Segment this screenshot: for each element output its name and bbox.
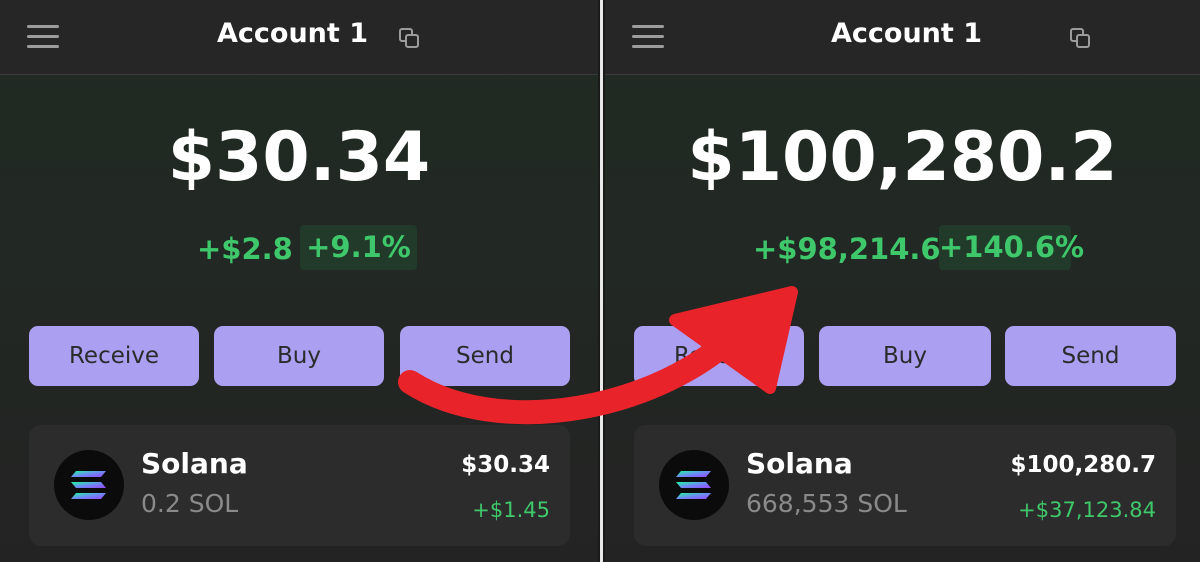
buy-button[interactable]: Buy xyxy=(819,326,991,386)
hamburger-menu-icon[interactable] xyxy=(27,25,59,49)
buy-button[interactable]: Buy xyxy=(214,326,384,386)
receive-button[interactable]: Receive xyxy=(634,326,804,386)
token-row-solana[interactable]: Solana 668,553 SOL $100,280.7 +$37,123.8… xyxy=(634,425,1176,546)
balance-change-amount: +$2.8 xyxy=(197,232,293,266)
hamburger-menu-icon[interactable] xyxy=(632,25,664,49)
solana-logo-icon xyxy=(659,450,729,520)
token-change: +$1.45 xyxy=(472,498,550,522)
send-button[interactable]: Send xyxy=(1005,326,1176,386)
balance-change-amount: +$98,214.6 xyxy=(753,232,941,266)
total-balance: $100,280.2 xyxy=(687,118,1118,197)
top-bar: Account 1 xyxy=(0,0,598,75)
top-bar: Account 1 xyxy=(605,0,1200,75)
account-name[interactable]: Account 1 xyxy=(217,18,368,49)
token-row-solana[interactable]: Solana 0.2 SOL $30.34 +$1.45 xyxy=(29,425,570,546)
wallet-panel-after: Account 1 $100,280.2 +$98,214.6 +140.6% … xyxy=(605,0,1200,562)
token-amount: 668,553 SOL xyxy=(746,489,907,518)
balance-change-percent: +140.6% xyxy=(939,225,1084,270)
copy-icon[interactable] xyxy=(398,27,420,49)
panel-divider xyxy=(598,0,605,562)
receive-button[interactable]: Receive xyxy=(29,326,199,386)
total-balance: $30.34 xyxy=(167,118,431,197)
token-value: $30.34 xyxy=(461,452,550,478)
solana-logo-icon xyxy=(54,450,124,520)
token-amount: 0.2 SOL xyxy=(141,489,239,518)
token-name: Solana xyxy=(746,447,853,480)
token-value: $100,280.7 xyxy=(1010,452,1156,478)
wallet-panel-before: Account 1 $30.34 +$2.8 +9.1% Receive Buy… xyxy=(0,0,598,562)
balance-change-percent: +9.1% xyxy=(300,225,417,270)
token-name: Solana xyxy=(141,447,248,480)
account-name[interactable]: Account 1 xyxy=(831,18,982,49)
token-change: +$37,123.84 xyxy=(1018,498,1156,522)
copy-icon[interactable] xyxy=(1069,27,1091,49)
send-button[interactable]: Send xyxy=(400,326,570,386)
